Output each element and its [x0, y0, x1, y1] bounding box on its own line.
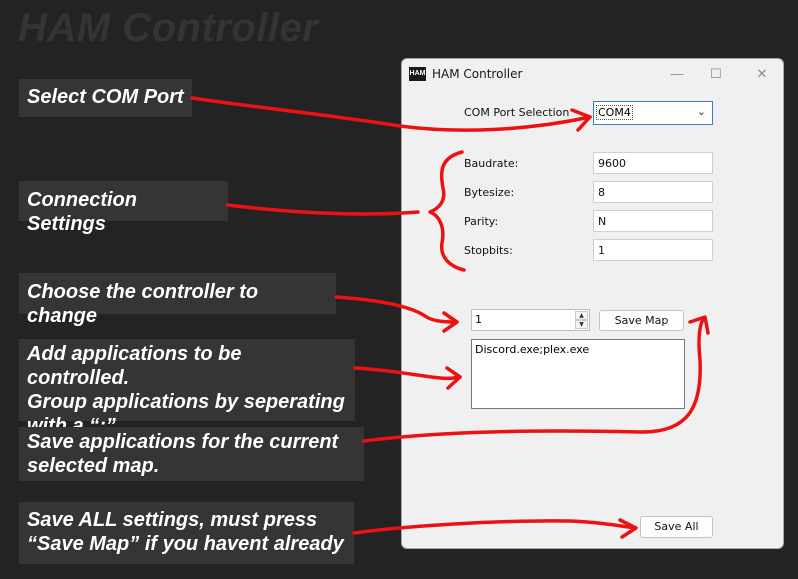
- arrow-add-applications: [353, 366, 462, 381]
- arrow-connection: [226, 203, 420, 216]
- arrow-save-all: [352, 519, 637, 535]
- annotation-arrows: [190, 96, 710, 539]
- arrow-choose-controller: [334, 295, 458, 324]
- arrow-select-com: [190, 96, 592, 132]
- connection-brace: [428, 150, 466, 272]
- arrow-save-applications: [362, 316, 706, 443]
